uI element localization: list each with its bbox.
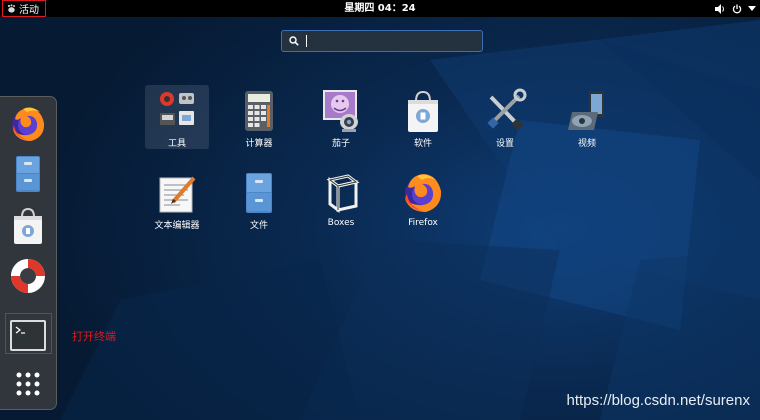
app-label: 设置 <box>495 139 514 149</box>
search-field[interactable] <box>281 30 483 52</box>
file-cabinet-icon <box>246 173 272 213</box>
terminal-highlight-box <box>5 313 52 354</box>
volume-icon <box>715 3 724 14</box>
app-utilities[interactable]: 工具 <box>145 85 209 149</box>
software-bag-icon <box>14 207 42 244</box>
boxes-cube-icon <box>326 174 360 213</box>
lifebuoy-help-icon <box>11 259 45 293</box>
app-label: 视频 <box>577 139 596 149</box>
app-label: 文件 <box>249 221 268 231</box>
app-label: 文本编辑器 <box>154 221 200 231</box>
dash-files[interactable] <box>7 153 49 195</box>
activities-label: 活动 <box>19 5 39 16</box>
text-caret <box>306 35 307 47</box>
chevron-down-icon <box>748 5 756 11</box>
search-icon <box>289 36 299 46</box>
utilities-icon <box>160 92 194 125</box>
software-bag-icon <box>408 90 438 132</box>
open-terminal-annotation: 打开终端 <box>72 330 116 343</box>
show-applications-button[interactable] <box>7 363 49 405</box>
cheese-icon <box>323 90 358 132</box>
app-label: Firefox <box>408 218 438 228</box>
app-label: 计算器 <box>245 139 273 149</box>
app-files[interactable]: 文件 <box>227 167 291 231</box>
dash-firefox[interactable] <box>7 103 49 145</box>
app-settings[interactable]: 设置 <box>473 85 537 149</box>
firefox-icon <box>12 107 45 141</box>
desktop-background <box>0 0 760 420</box>
top-bar: 活动 星期四 04：24 <box>0 0 760 17</box>
text-editor-icon <box>159 176 196 213</box>
system-menu[interactable] <box>715 0 756 17</box>
app-label: 工具 <box>167 139 186 149</box>
app-boxes[interactable]: Boxes <box>309 167 373 231</box>
dash <box>0 96 57 410</box>
settings-tools-icon <box>487 88 527 131</box>
app-text-editor[interactable]: 文本编辑器 <box>145 167 209 231</box>
watermark-url: https://blog.csdn.net/surenx <box>566 392 750 409</box>
firefox-icon <box>405 174 442 212</box>
gnome-foot-icon <box>7 4 16 13</box>
activities-button[interactable]: 活动 <box>2 0 46 17</box>
clock[interactable]: 星期四 04：24 <box>300 0 460 17</box>
dash-software[interactable] <box>7 205 49 247</box>
app-label: Boxes <box>327 218 355 228</box>
app-calculator[interactable]: 计算器 <box>227 85 291 149</box>
dash-help[interactable] <box>7 255 49 297</box>
app-firefox[interactable]: Firefox <box>391 167 455 231</box>
file-cabinet-icon <box>16 156 40 192</box>
app-label: 软件 <box>413 139 432 149</box>
app-grid-icon <box>16 372 40 396</box>
search-input[interactable] <box>304 33 474 49</box>
video-icon <box>568 91 604 130</box>
app-cheese[interactable]: 茄子 <box>309 85 373 149</box>
app-label: 茄子 <box>331 139 350 149</box>
power-icon <box>732 4 742 13</box>
app-video[interactable]: 视频 <box>555 85 619 149</box>
calculator-icon <box>245 91 273 131</box>
app-software[interactable]: 软件 <box>391 85 455 149</box>
